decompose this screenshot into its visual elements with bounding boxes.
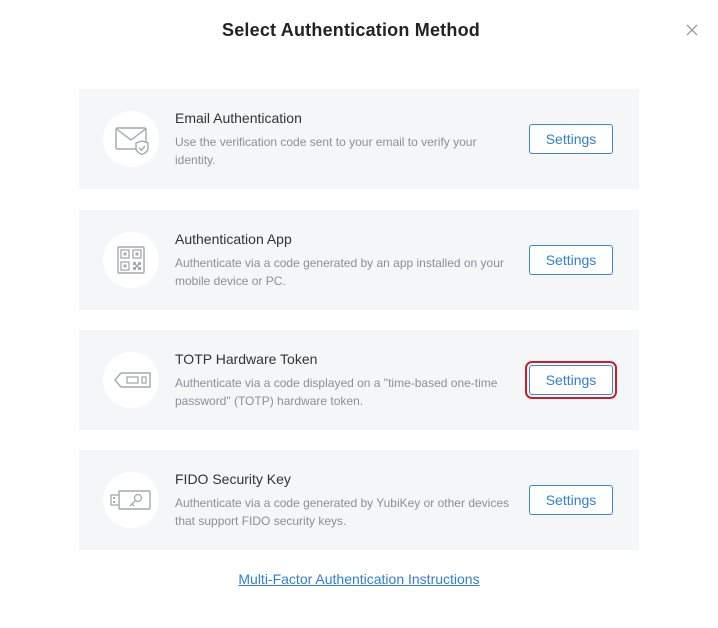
close-icon[interactable] bbox=[684, 22, 700, 38]
method-card-authentication-app: Authentication App Authenticate via a co… bbox=[79, 210, 639, 310]
method-description: Authenticate via a code generated by Yub… bbox=[175, 496, 510, 528]
method-description: Use the verification code sent to your e… bbox=[175, 135, 477, 167]
method-title: Authentication App bbox=[175, 231, 292, 247]
method-card-email: Email Authentication Use the verificatio… bbox=[79, 89, 639, 189]
authentication-app-settings-button[interactable]: Settings bbox=[529, 245, 613, 275]
method-description: Authenticate via a code generated by an … bbox=[175, 256, 504, 288]
method-title: FIDO Security Key bbox=[175, 471, 291, 487]
fido-settings-button[interactable]: Settings bbox=[529, 485, 613, 515]
method-description: Authenticate via a code displayed on a "… bbox=[175, 376, 498, 408]
email-shield-icon bbox=[103, 111, 159, 167]
mfa-instructions-link[interactable]: Multi-Factor Authentication Instructions bbox=[0, 571, 718, 587]
security-key-icon bbox=[103, 472, 159, 528]
method-title: TOTP Hardware Token bbox=[175, 351, 318, 367]
dialog-title: Select Authentication Method bbox=[222, 20, 480, 40]
email-settings-button[interactable]: Settings bbox=[529, 124, 613, 154]
method-card-totp-hardware-token: TOTP Hardware Token Authenticate via a c… bbox=[79, 330, 639, 430]
hardware-token-icon bbox=[103, 352, 159, 408]
method-card-fido-security-key: FIDO Security Key Authenticate via a cod… bbox=[79, 450, 639, 550]
totp-settings-button[interactable]: Settings bbox=[525, 361, 617, 399]
qr-code-icon bbox=[103, 232, 159, 288]
authentication-method-dialog: Select Authentication Method Email Authe… bbox=[0, 0, 718, 628]
method-title: Email Authentication bbox=[175, 110, 302, 126]
